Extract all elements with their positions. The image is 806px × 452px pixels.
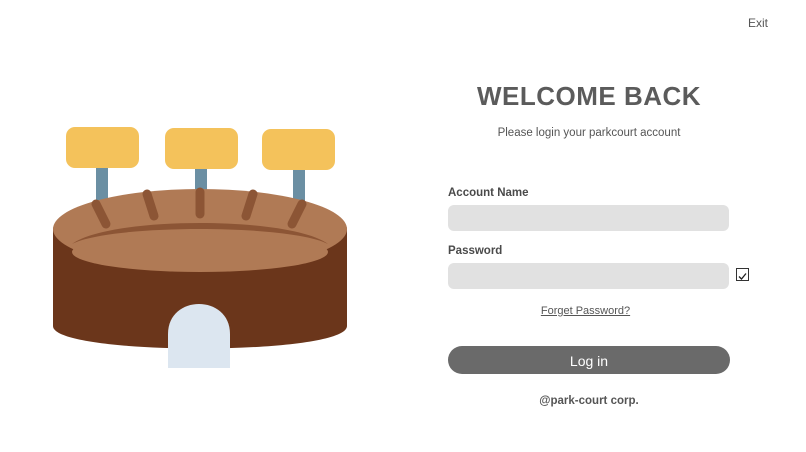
password-input[interactable] — [448, 263, 729, 289]
account-name-input[interactable] — [448, 205, 729, 231]
show-password-checkbox[interactable] — [736, 268, 749, 281]
checkbox-checked-icon — [738, 273, 747, 280]
forget-password-link[interactable]: Forget Password? — [448, 305, 723, 318]
stadium-light — [66, 127, 139, 168]
arena-door — [168, 304, 230, 368]
password-label: Password — [448, 245, 503, 257]
account-name-label: Account Name — [448, 187, 529, 199]
welcome-title: WELCOME BACK — [476, 81, 702, 111]
login-button[interactable]: Log in — [448, 346, 730, 374]
stadium-light — [165, 128, 238, 169]
footer-copyright: @park-court corp. — [539, 395, 639, 407]
login-subtitle: Please login your parkcourt account — [497, 127, 681, 139]
stadium-light — [262, 129, 335, 170]
arena-stadium-illustration — [53, 127, 347, 368]
exit-button[interactable]: Exit — [748, 16, 768, 30]
